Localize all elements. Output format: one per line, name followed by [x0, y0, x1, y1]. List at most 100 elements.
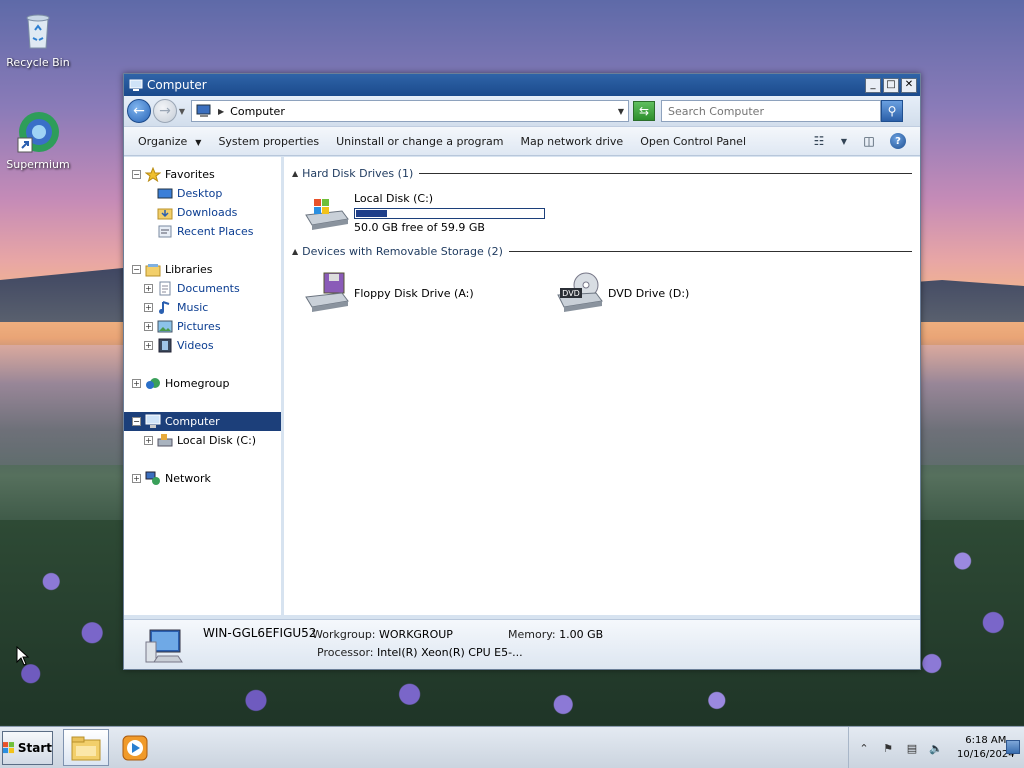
- nav-favorites[interactable]: − Favorites: [124, 165, 281, 184]
- view-options-icon[interactable]: ☷: [810, 133, 828, 149]
- nav-pictures-label: Pictures: [177, 320, 221, 333]
- nav-network[interactable]: + Network: [124, 469, 281, 488]
- nav-music-label: Music: [177, 301, 209, 314]
- nav-local-disk-c[interactable]: + Local Disk (C:): [124, 431, 281, 450]
- drive-floppy-a[interactable]: Floppy Disk Drive (A:): [302, 271, 556, 315]
- show-hidden-icons-icon[interactable]: ⌃: [855, 740, 873, 756]
- network-icon: [145, 471, 160, 485]
- windows-logo-icon: [3, 742, 15, 754]
- arrow-left-icon: ←: [133, 103, 145, 119]
- expand-icon[interactable]: +: [144, 322, 153, 331]
- memory-label: Memory:: [508, 628, 556, 641]
- videos-icon: [158, 338, 172, 353]
- nav-recent-places[interactable]: Recent Places: [124, 222, 281, 241]
- search-button[interactable]: ⚲: [881, 100, 903, 122]
- minimize-button[interactable]: _: [865, 77, 881, 93]
- collapse-group-icon[interactable]: ▲: [292, 247, 298, 256]
- content-pane[interactable]: ▲ Hard Disk Drives (1) Local Disk (C:) 5…: [284, 157, 920, 615]
- show-desktop-button[interactable]: [1006, 740, 1020, 754]
- close-button[interactable]: ✕: [901, 77, 917, 93]
- nav-documents[interactable]: + Documents: [124, 279, 281, 298]
- recent-pages-dropdown[interactable]: ▼: [177, 107, 187, 116]
- nav-local-disk-label: Local Disk (C:): [177, 434, 257, 447]
- memory-value: 1.00 GB: [559, 628, 604, 641]
- preview-pane-icon[interactable]: ◫: [860, 133, 878, 149]
- drive-local-disk-c[interactable]: Local Disk (C:) 50.0 GB free of 59.9 GB: [292, 181, 912, 241]
- processor-value: Intel(R) Xeon(R) CPU E5-...: [377, 646, 523, 659]
- drive-usage-fill: [356, 210, 388, 217]
- supermium-browser-icon: [17, 112, 59, 153]
- open-control-panel-button[interactable]: Open Control Panel: [640, 135, 746, 148]
- nav-documents-label: Documents: [177, 282, 240, 295]
- nav-pictures[interactable]: + Pictures: [124, 317, 281, 336]
- nav-network-label: Network: [165, 472, 211, 485]
- network-status-icon[interactable]: ▤: [903, 740, 921, 756]
- taskbar-explorer-button[interactable]: [63, 729, 109, 766]
- libraries-icon: [145, 264, 161, 277]
- search-input[interactable]: [661, 100, 881, 122]
- computer-icon: [196, 104, 211, 117]
- refresh-button[interactable]: ⇆: [633, 101, 655, 121]
- arrow-right-icon: →: [159, 103, 171, 119]
- explorer-window: Computer _ □ ✕ ← → ▼ ▶ Computer ▼ ⇆ ⚲ Or…: [123, 73, 921, 670]
- nav-desktop[interactable]: Desktop: [124, 184, 281, 203]
- breadcrumb-separator-icon[interactable]: ▶: [218, 107, 224, 116]
- navigation-pane[interactable]: − Favorites Desktop Downloads Recent Pla…: [124, 157, 284, 615]
- map-network-drive-button[interactable]: Map network drive: [520, 135, 623, 148]
- group-removable-storage[interactable]: ▲ Devices with Removable Storage (2): [292, 243, 912, 259]
- group-hard-disk-drives[interactable]: ▲ Hard Disk Drives (1): [292, 165, 912, 181]
- floppy-drive-icon: [305, 272, 349, 312]
- address-bar[interactable]: ▶ Computer ▼: [191, 100, 629, 122]
- expand-icon[interactable]: +: [132, 474, 141, 483]
- desktop-icon-supermium[interactable]: Supermium: [0, 110, 76, 171]
- hard-disk-windows-icon: [305, 199, 349, 230]
- action-center-flag-icon[interactable]: ⚑: [879, 740, 897, 756]
- music-icon: [159, 301, 170, 314]
- volume-icon[interactable]: 🔈: [927, 740, 945, 756]
- nav-downloads[interactable]: Downloads: [124, 203, 281, 222]
- nav-homegroup[interactable]: + Homegroup: [124, 374, 281, 393]
- organize-label: Organize: [138, 134, 188, 148]
- organize-button[interactable]: Organize ▼: [138, 135, 201, 148]
- explorer-body: − Favorites Desktop Downloads Recent Pla…: [124, 157, 920, 615]
- dvd-badge: DVD: [562, 289, 580, 298]
- maximize-button[interactable]: □: [883, 77, 899, 93]
- expand-icon[interactable]: +: [144, 303, 153, 312]
- expand-icon[interactable]: +: [144, 341, 153, 350]
- drive-name: Local Disk (C:): [354, 192, 434, 205]
- collapse-icon[interactable]: −: [132, 170, 141, 179]
- uninstall-program-button[interactable]: Uninstall or change a program: [336, 135, 503, 148]
- pictures-icon: [157, 320, 173, 333]
- nav-libraries[interactable]: − Libraries: [124, 260, 281, 279]
- drive-dvd-d[interactable]: DVD DVD Drive (D:): [556, 271, 810, 315]
- computer-icon: [145, 629, 183, 663]
- nav-videos[interactable]: + Videos: [124, 336, 281, 355]
- breadcrumb-computer[interactable]: Computer: [230, 105, 618, 118]
- details-pane: WIN-GGL6EFIGU52 Workgroup: WORKGROUP Mem…: [124, 619, 920, 669]
- mouse-cursor-icon: [16, 646, 30, 666]
- forward-button[interactable]: →: [153, 99, 177, 123]
- refresh-icon: ⇆: [638, 104, 650, 118]
- nav-music[interactable]: + Music: [124, 298, 281, 317]
- taskbar-media-player-button[interactable]: [112, 729, 158, 766]
- view-dropdown-icon[interactable]: ▼: [840, 133, 848, 149]
- collapse-icon[interactable]: −: [132, 417, 141, 426]
- system-properties-button[interactable]: System properties: [218, 135, 319, 148]
- search-icon: ⚲: [887, 104, 897, 118]
- start-button[interactable]: Start: [2, 731, 53, 765]
- media-player-icon: [122, 735, 148, 760]
- title-bar[interactable]: Computer _ □ ✕: [124, 74, 920, 96]
- nav-computer[interactable]: − Computer: [124, 412, 281, 431]
- nav-favorites-label: Favorites: [165, 168, 215, 181]
- help-icon[interactable]: ?: [890, 133, 906, 149]
- expand-icon[interactable]: +: [144, 284, 153, 293]
- desktop-icon-recycle-bin[interactable]: Recycle Bin: [0, 8, 76, 69]
- collapse-icon[interactable]: −: [132, 265, 141, 274]
- expand-icon[interactable]: +: [144, 436, 153, 445]
- nav-libraries-label: Libraries: [165, 263, 213, 276]
- homegroup-icon: [146, 378, 160, 389]
- expand-icon[interactable]: +: [132, 379, 141, 388]
- address-dropdown-icon[interactable]: ▼: [618, 107, 624, 116]
- collapse-group-icon[interactable]: ▲: [292, 169, 298, 178]
- back-button[interactable]: ←: [127, 99, 151, 123]
